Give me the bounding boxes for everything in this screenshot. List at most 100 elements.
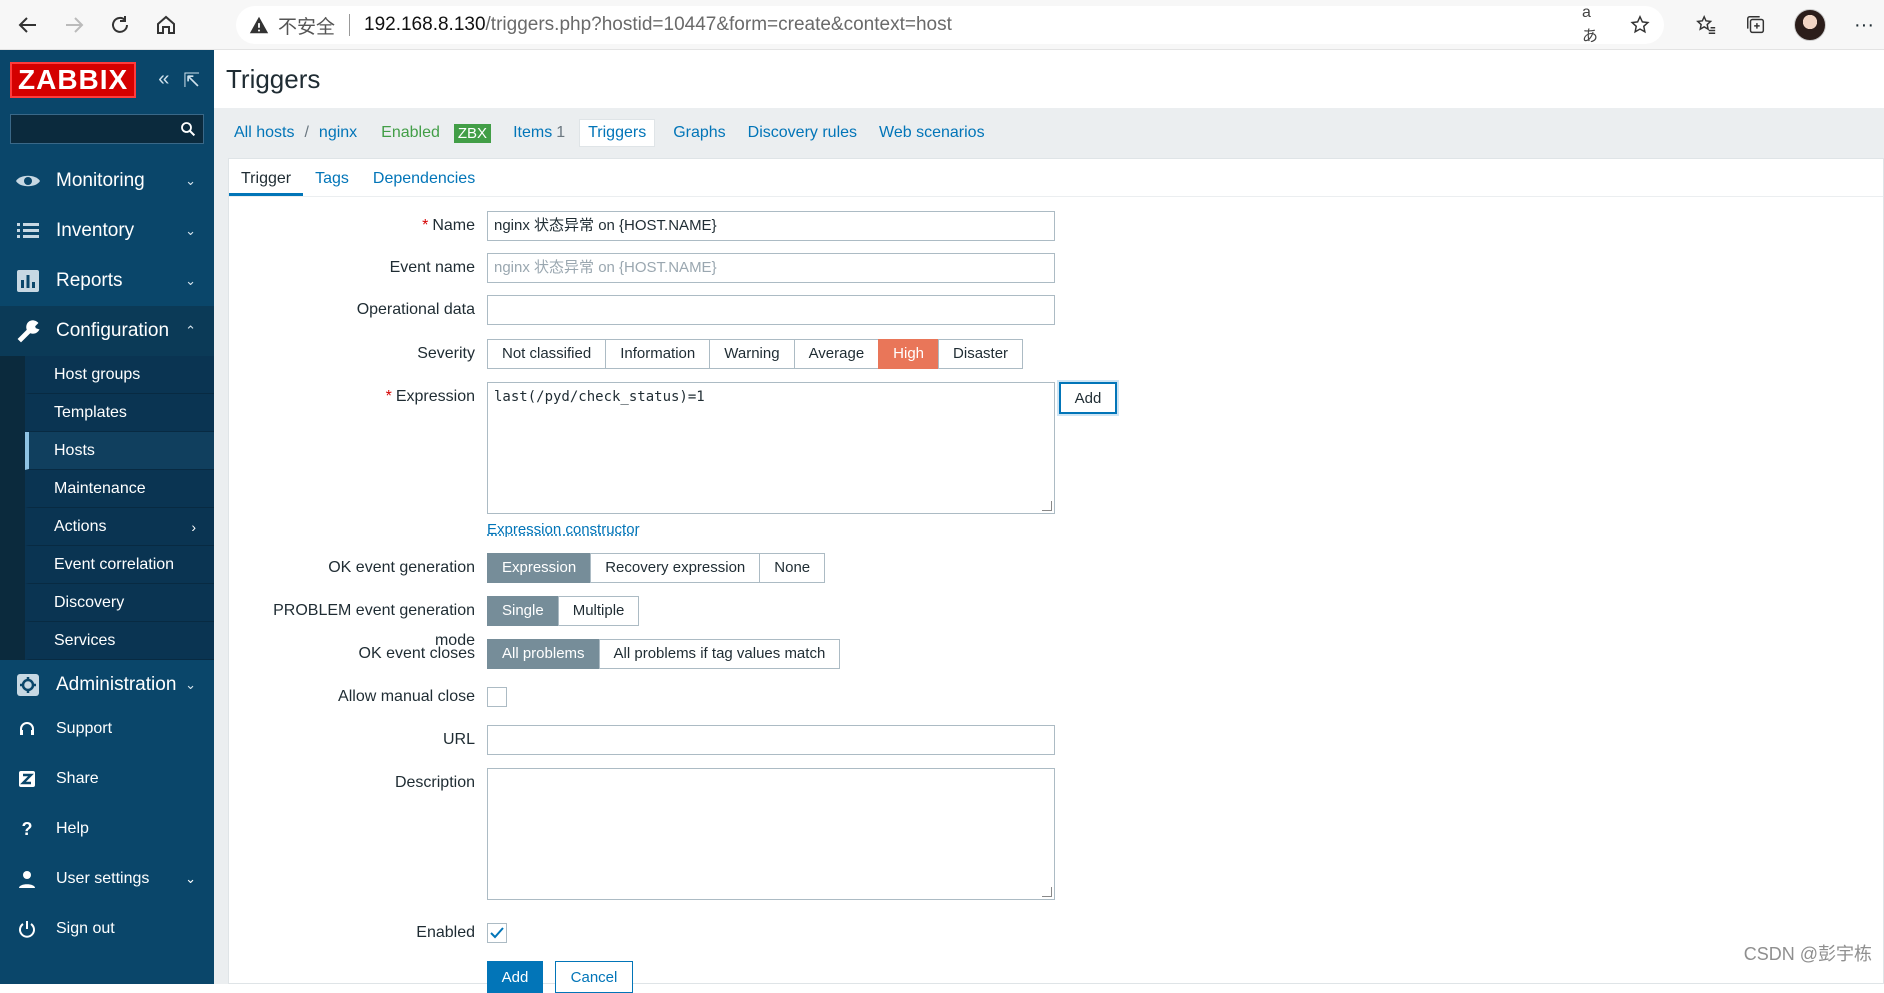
- ok-event-expression[interactable]: Expression: [487, 553, 591, 583]
- breadcrumb-all-hosts[interactable]: All hosts: [234, 124, 294, 142]
- kiosk-mode-icon[interactable]: ⇱: [183, 68, 200, 93]
- search-icon[interactable]: [179, 120, 197, 138]
- event-name-label: Event name: [229, 253, 487, 283]
- submenu-templates[interactable]: Templates: [25, 394, 214, 432]
- forward-icon[interactable]: [56, 7, 92, 43]
- page-title: Triggers: [226, 64, 320, 95]
- description-label: Description: [229, 768, 487, 900]
- ok-event-generation-label: OK event generation: [229, 553, 487, 583]
- sidebar-search-input[interactable]: [10, 114, 204, 144]
- chevron-down-icon: ⌄: [185, 173, 196, 189]
- url-input[interactable]: [487, 725, 1055, 755]
- headset-icon: [16, 718, 38, 740]
- tab-tags[interactable]: Tags: [303, 170, 361, 196]
- add-expression-button[interactable]: Add: [1059, 382, 1117, 414]
- host-nav-triggers[interactable]: Triggers: [579, 119, 655, 147]
- chevron-up-icon: ⌃: [185, 323, 196, 339]
- host-nav-web-scenarios[interactable]: Web scenarios: [879, 124, 985, 142]
- collapse-sidebar-icon[interactable]: «: [158, 68, 169, 93]
- menu-help[interactable]: ? Help: [0, 804, 214, 854]
- submenu-discovery[interactable]: Discovery: [25, 584, 214, 622]
- collections-icon[interactable]: [1744, 13, 1768, 37]
- ok-closes-tag-match[interactable]: All problems if tag values match: [599, 639, 841, 669]
- address-bar[interactable]: 不安全 192.168.8.130/triggers.php?hostid=10…: [236, 6, 1664, 44]
- host-nav-discovery-rules[interactable]: Discovery rules: [748, 124, 857, 142]
- name-label: *Name: [229, 211, 487, 241]
- home-icon[interactable]: [148, 7, 184, 43]
- ok-event-closes-label: OK event closes: [229, 639, 487, 669]
- host-nav-items[interactable]: Items1: [513, 124, 565, 142]
- ok-event-closes-selector: All problems All problems if tag values …: [487, 639, 840, 669]
- severity-warning[interactable]: Warning: [709, 339, 794, 369]
- expression-textarea[interactable]: last(/pyd/check_status)=1: [487, 382, 1055, 514]
- enabled-checkbox[interactable]: [487, 923, 507, 943]
- submit-add-button[interactable]: Add: [487, 961, 543, 993]
- favorites-icon[interactable]: [1694, 13, 1718, 37]
- add-favorite-icon[interactable]: [1628, 13, 1652, 37]
- profile-avatar[interactable]: [1794, 9, 1826, 41]
- host-nav-graphs[interactable]: Graphs: [673, 124, 725, 142]
- share-icon: [16, 768, 38, 790]
- severity-not-classified[interactable]: Not classified: [487, 339, 606, 369]
- menu-user-settings[interactable]: User settings ⌄: [0, 854, 214, 904]
- tab-trigger[interactable]: Trigger: [229, 170, 303, 196]
- more-icon[interactable]: ···: [1852, 13, 1876, 37]
- submenu-host-groups[interactable]: Host groups: [25, 356, 214, 394]
- expression-label: *Expression: [229, 382, 487, 514]
- checkmark-icon: [490, 927, 504, 939]
- problem-mode-selector: Single Multiple: [487, 596, 639, 626]
- back-icon[interactable]: [10, 7, 46, 43]
- menu-reports[interactable]: Reports ⌄: [0, 256, 214, 306]
- ok-closes-all-problems[interactable]: All problems: [487, 639, 600, 669]
- menu-monitoring[interactable]: Monitoring ⌄: [0, 156, 214, 206]
- resize-handle[interactable]: [1042, 887, 1052, 897]
- main-content: Triggers All hosts / nginx Enabled ZBX I…: [214, 50, 1884, 984]
- chevron-down-icon: ⌄: [185, 223, 196, 239]
- submenu-actions[interactable]: Actions›: [25, 508, 214, 546]
- chevron-right-icon: ›: [191, 519, 196, 535]
- problem-mode-multiple[interactable]: Multiple: [558, 596, 640, 626]
- host-status[interactable]: Enabled: [381, 124, 440, 142]
- severity-information[interactable]: Information: [605, 339, 710, 369]
- operational-data-input[interactable]: [487, 295, 1055, 325]
- reload-icon[interactable]: [102, 7, 138, 43]
- name-input[interactable]: nginx 状态异常 on {HOST.NAME}: [487, 211, 1055, 241]
- severity-high[interactable]: High: [878, 339, 939, 369]
- list-icon: [14, 217, 42, 245]
- submenu-maintenance[interactable]: Maintenance: [25, 470, 214, 508]
- bar-chart-icon: [14, 267, 42, 295]
- description-textarea[interactable]: [487, 768, 1055, 900]
- resize-handle[interactable]: [1042, 501, 1052, 511]
- menu-support[interactable]: Support: [0, 704, 214, 754]
- menu-configuration[interactable]: Configuration ⌃: [0, 306, 214, 356]
- ok-event-recovery-expression[interactable]: Recovery expression: [590, 553, 760, 583]
- power-icon: [16, 918, 38, 940]
- help-icon: ?: [16, 818, 38, 840]
- menu-sign-out[interactable]: Sign out: [0, 904, 214, 954]
- browser-toolbar: 不安全 192.168.8.130/triggers.php?hostid=10…: [0, 0, 1884, 50]
- sidebar: ZABBIX « ⇱ Monitoring ⌄ Inventory ⌄ R: [0, 50, 214, 984]
- event-name-input[interactable]: nginx 状态异常 on {HOST.NAME}: [487, 253, 1055, 283]
- menu-inventory[interactable]: Inventory ⌄: [0, 206, 214, 256]
- page-header: Triggers: [214, 50, 1884, 108]
- submenu-event-correlation[interactable]: Event correlation: [25, 546, 214, 584]
- zabbix-logo[interactable]: ZABBIX: [10, 62, 136, 98]
- eye-icon: [14, 167, 42, 195]
- expression-constructor-link[interactable]: Expression constructor: [487, 521, 640, 538]
- tab-dependencies[interactable]: Dependencies: [361, 170, 487, 196]
- ok-event-none[interactable]: None: [759, 553, 825, 583]
- severity-average[interactable]: Average: [794, 339, 880, 369]
- severity-selector: Not classified Information Warning Avera…: [487, 339, 1023, 369]
- cancel-button[interactable]: Cancel: [555, 961, 633, 993]
- translate-icon[interactable]: aあ: [1582, 13, 1606, 37]
- menu-administration[interactable]: Administration ⌄: [0, 660, 214, 710]
- submenu-hosts[interactable]: Hosts: [25, 432, 214, 470]
- problem-mode-single[interactable]: Single: [487, 596, 559, 626]
- manual-close-checkbox[interactable]: [487, 687, 507, 707]
- warning-icon: [248, 14, 270, 36]
- submenu-services[interactable]: Services: [25, 622, 214, 660]
- severity-disaster[interactable]: Disaster: [938, 339, 1023, 369]
- menu-share[interactable]: Share: [0, 754, 214, 804]
- url-label: URL: [229, 725, 487, 755]
- breadcrumb-host[interactable]: nginx: [319, 124, 357, 142]
